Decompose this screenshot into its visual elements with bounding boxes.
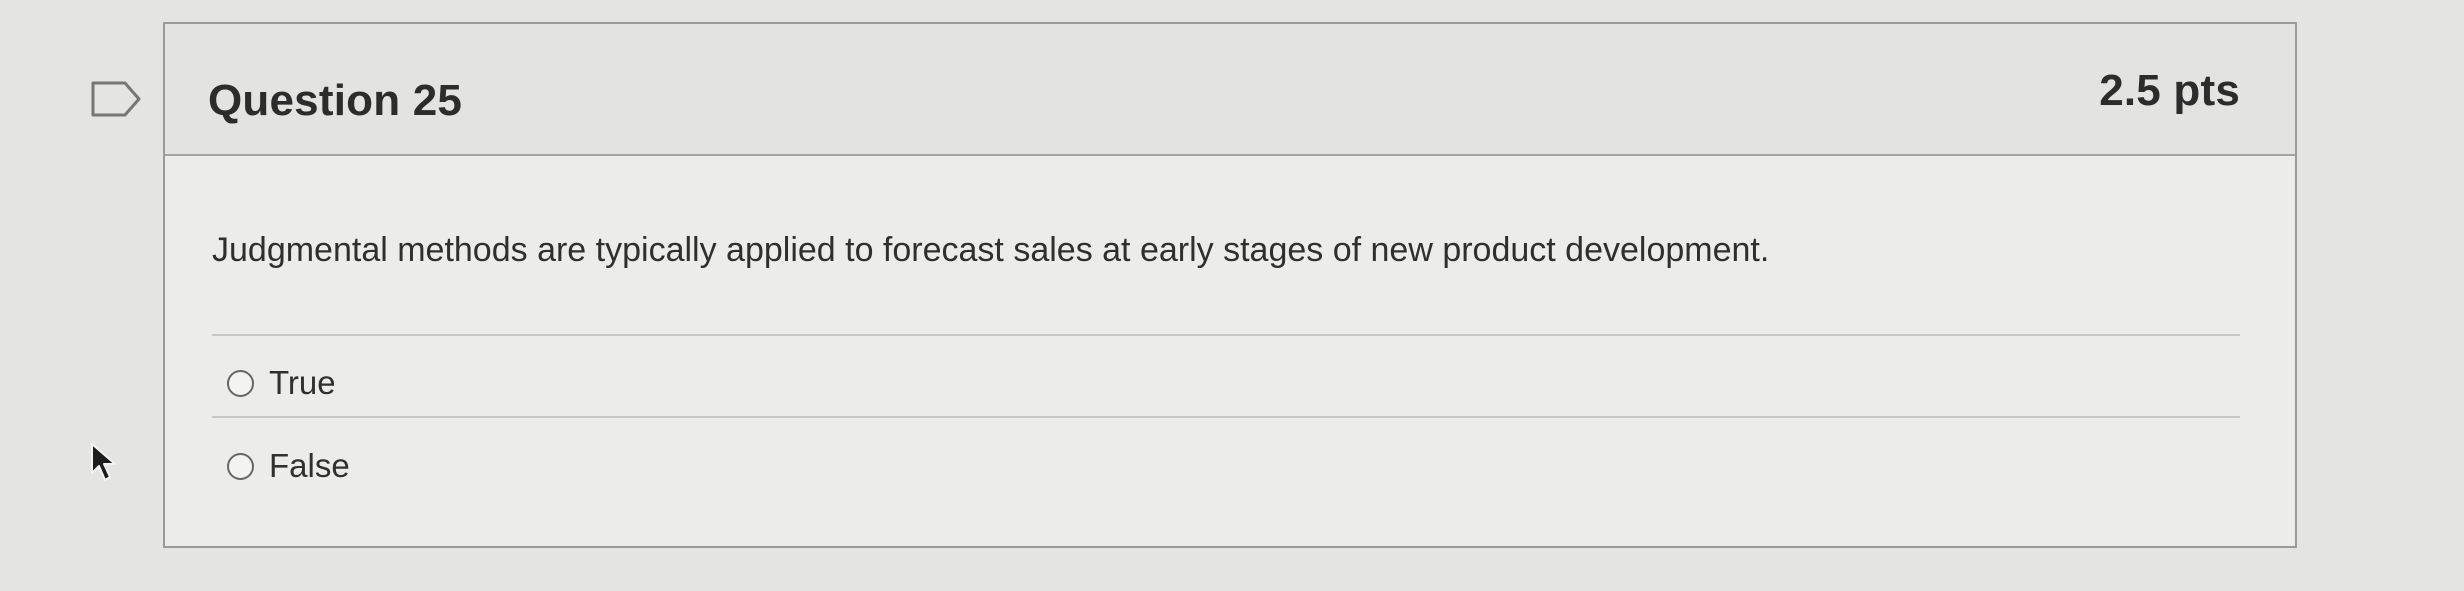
answer-option-true[interactable]: True <box>227 361 336 405</box>
answer-divider-middle <box>212 416 2240 418</box>
radio-button-icon[interactable] <box>227 452 254 480</box>
answer-divider-top <box>212 334 2240 336</box>
answer-label-true: True <box>269 364 336 401</box>
flag-icon[interactable] <box>90 80 142 118</box>
question-header: Question 25 2.5 pts <box>165 24 2295 156</box>
question-card: Question 25 2.5 pts Judgmental methods a… <box>163 22 2297 548</box>
question-text: Judgmental methods are typically applied… <box>212 231 1770 269</box>
mouse-pointer-icon <box>91 443 116 481</box>
answer-label-false: False <box>269 447 350 484</box>
radio-button-icon[interactable] <box>227 369 254 397</box>
question-points: 2.5 pts <box>2099 66 2240 115</box>
question-title: Question 25 <box>208 76 463 125</box>
answer-option-false[interactable]: False <box>227 444 350 488</box>
